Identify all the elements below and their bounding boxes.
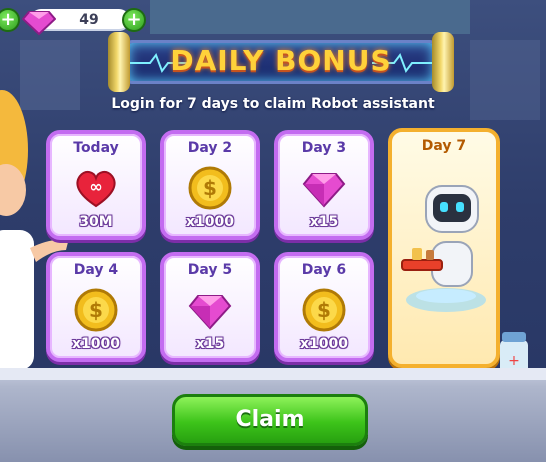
coin-icon: $ bbox=[302, 288, 346, 332]
reward-amount: x1000 bbox=[72, 336, 120, 352]
add-gems-button[interactable]: + bbox=[122, 8, 146, 32]
platform-edge bbox=[0, 368, 546, 380]
coin-icon: $ bbox=[74, 288, 118, 332]
add-left-button[interactable]: + bbox=[0, 8, 20, 32]
reward-card-day-5[interactable]: Day 5 x15 bbox=[160, 252, 260, 362]
reward-day-label: Day 4 bbox=[73, 262, 119, 278]
title-banner: DAILY BONUS bbox=[108, 32, 454, 92]
page-title: DAILY BONUS bbox=[170, 44, 392, 77]
svg-text:∞: ∞ bbox=[89, 177, 102, 196]
reward-day-label: Day 6 bbox=[301, 262, 347, 278]
claim-button[interactable]: Claim bbox=[172, 394, 368, 446]
reward-amount: x15 bbox=[309, 214, 339, 230]
subtitle: Login for 7 days to claim Robot assistan… bbox=[111, 96, 435, 112]
gem-count: 49 bbox=[79, 12, 99, 28]
gem-icon bbox=[188, 295, 232, 330]
coin-icon: $ bbox=[188, 166, 232, 210]
reward-day-label: Day 7 bbox=[421, 138, 467, 154]
reward-card-day-4[interactable]: Day 4 $ x1000 bbox=[46, 252, 146, 362]
reward-card-day-2[interactable]: Day 2 $ x1000 bbox=[160, 130, 260, 240]
reward-card-today[interactable]: Today ∞ 30M bbox=[46, 130, 146, 240]
reward-day-label: Day 3 bbox=[301, 140, 347, 156]
robot-icon bbox=[401, 185, 486, 312]
svg-text:+: + bbox=[508, 353, 520, 369]
reward-card-day-6[interactable]: Day 6 $ x1000 bbox=[274, 252, 374, 362]
svg-text:$: $ bbox=[317, 298, 331, 322]
reward-amount: x1000 bbox=[186, 214, 234, 230]
svg-text:$: $ bbox=[203, 176, 217, 200]
reward-card-day-7[interactable]: Day 7 bbox=[388, 128, 500, 368]
reward-amount: x1000 bbox=[300, 336, 348, 352]
svg-text:$: $ bbox=[89, 298, 103, 322]
gem-icon bbox=[302, 173, 346, 208]
reward-amount: x15 bbox=[195, 336, 225, 352]
reward-day-label: Today bbox=[73, 140, 119, 156]
reward-amount: 30M bbox=[79, 214, 113, 230]
reward-day-label: Day 2 bbox=[187, 140, 233, 156]
heart-icon: ∞ bbox=[76, 170, 116, 208]
reward-day-label: Day 5 bbox=[187, 262, 233, 278]
reward-card-day-3[interactable]: Day 3 x15 bbox=[274, 130, 374, 240]
